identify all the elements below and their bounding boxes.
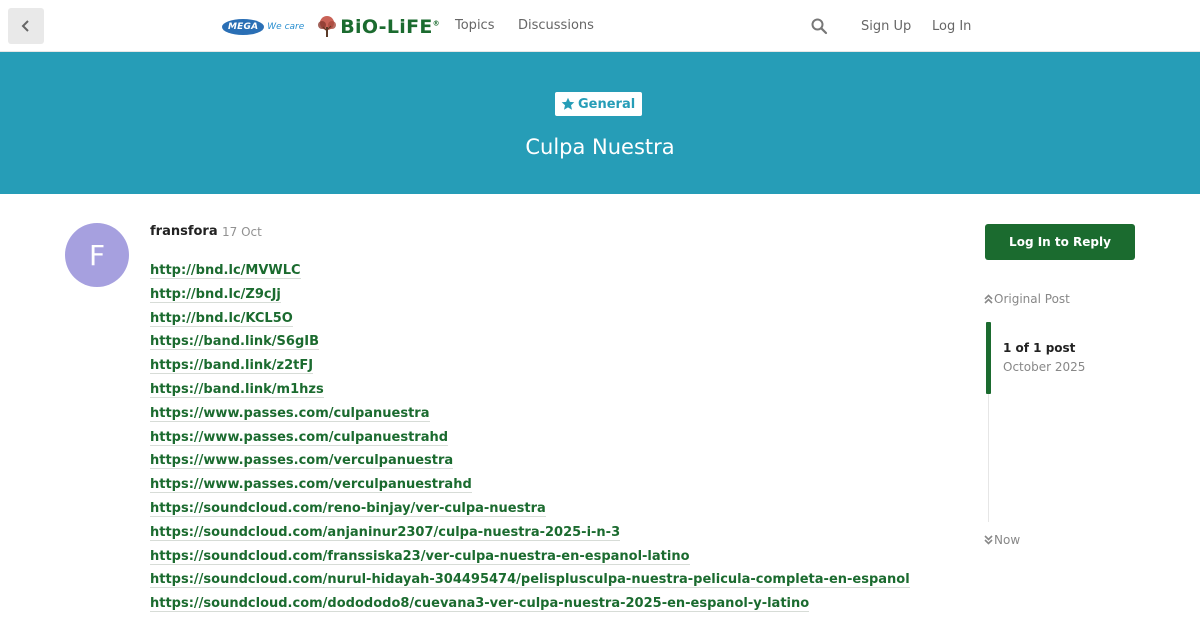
category-label: General xyxy=(578,96,636,112)
biolife-brand: BiO-LiFE® xyxy=(340,16,440,38)
avatar[interactable]: F xyxy=(65,223,129,287)
list-item: https://soundcloud.com/anjaninur2307/cul… xyxy=(150,522,950,546)
site-logo[interactable]: MEGA We care BiO-LiFE® xyxy=(222,14,440,40)
post-link[interactable]: https://soundcloud.com/anjaninur2307/cul… xyxy=(150,524,621,541)
topic-title: Culpa Nuestra xyxy=(525,135,675,159)
list-item: https://band.link/m1hzs xyxy=(150,379,950,403)
topic-banner xyxy=(0,52,1200,194)
back-button[interactable] xyxy=(8,8,44,44)
post-link[interactable]: https://www.passes.com/culpanuestra xyxy=(150,405,430,422)
site-header: MEGA We care BiO-LiFE® Topics Discussion… xyxy=(0,0,1200,52)
list-item: https://soundcloud.com/dodododo8/cuevana… xyxy=(150,593,950,617)
original-post-label: Original Post xyxy=(994,292,1070,306)
double-chevron-down-icon xyxy=(984,535,993,545)
list-item: https://www.passes.com/verculpanuestrahd xyxy=(150,474,950,498)
nav-topics-link[interactable]: Topics xyxy=(455,18,494,33)
double-chevron-up-icon xyxy=(984,294,993,304)
mega-logo-badge: MEGA xyxy=(222,19,265,35)
list-item: https://band.link/z2tFJ xyxy=(150,355,950,379)
list-item: https://www.passes.com/culpanuestra xyxy=(150,403,950,427)
list-item: https://band.link/S6gIB xyxy=(150,331,950,355)
list-item: https://www.passes.com/culpanuestrahd xyxy=(150,427,950,451)
post-link[interactable]: https://www.passes.com/culpanuestrahd xyxy=(150,429,449,446)
post-username[interactable]: fransfora xyxy=(150,224,218,239)
sign-up-button[interactable]: Sign Up xyxy=(861,19,911,34)
nav-discussions-link[interactable]: Discussions xyxy=(518,18,594,33)
search-icon[interactable] xyxy=(810,17,828,35)
post-link[interactable]: https://band.link/m1hzs xyxy=(150,381,324,398)
list-item: https://soundcloud.com/nurul-hidayah-304… xyxy=(150,569,950,593)
timeline-original-post-link[interactable]: Original Post xyxy=(984,292,1070,306)
timeline-now-link[interactable]: Now xyxy=(984,533,1020,547)
post-link[interactable]: https://www.passes.com/verculpanuestrahd xyxy=(150,477,472,494)
post-link[interactable]: https://soundcloud.com/reno-binjay/ver-c… xyxy=(150,500,546,517)
list-item: https://soundcloud.com/reno-binjay/ver-c… xyxy=(150,498,950,522)
chevron-left-icon xyxy=(21,20,29,32)
post-link[interactable]: https://band.link/z2tFJ xyxy=(150,358,314,375)
post-link[interactable]: http://bnd.lc/MVWLC xyxy=(150,263,301,279)
category-badge[interactable]: General xyxy=(555,92,643,116)
post-link[interactable]: http://bnd.lc/Z9cJj xyxy=(150,286,281,303)
post-link[interactable]: https://band.link/S6gIB xyxy=(150,334,320,351)
now-label: Now xyxy=(994,533,1021,547)
post-links-list: http://bnd.lc/MVWLC http://bnd.lc/Z9cJj … xyxy=(150,260,950,617)
list-item: https://soundcloud.com/franssiska23/ver-… xyxy=(150,546,950,570)
star-icon xyxy=(561,97,575,110)
log-in-to-reply-button[interactable]: Log In to Reply xyxy=(985,224,1135,260)
post-link[interactable]: https://soundcloud.com/franssiska23/ver-… xyxy=(150,548,690,565)
post-link[interactable]: https://www.passes.com/verculpanuestra xyxy=(150,453,454,470)
post-date[interactable]: 17 Oct xyxy=(222,225,262,239)
timeline-handle[interactable] xyxy=(986,322,991,394)
tree-icon xyxy=(318,16,337,37)
post-link[interactable]: http://bnd.lc/KCL5O xyxy=(150,310,293,327)
log-in-button[interactable]: Log In xyxy=(932,19,971,34)
list-item: http://bnd.lc/Z9cJj xyxy=(150,284,950,308)
post-link[interactable]: https://soundcloud.com/nurul-hidayah-304… xyxy=(150,572,910,589)
timeline-post-count: 1 of 1 post xyxy=(1003,341,1076,355)
list-item: https://www.passes.com/verculpanuestra xyxy=(150,450,950,474)
post-link[interactable]: https://soundcloud.com/dodododo8/cuevana… xyxy=(150,596,810,613)
wecare-text: We care xyxy=(267,22,305,32)
list-item: http://bnd.lc/KCL5O xyxy=(150,308,950,332)
list-item: http://bnd.lc/MVWLC xyxy=(150,260,950,284)
timeline-date: October 2025 xyxy=(1003,360,1086,374)
